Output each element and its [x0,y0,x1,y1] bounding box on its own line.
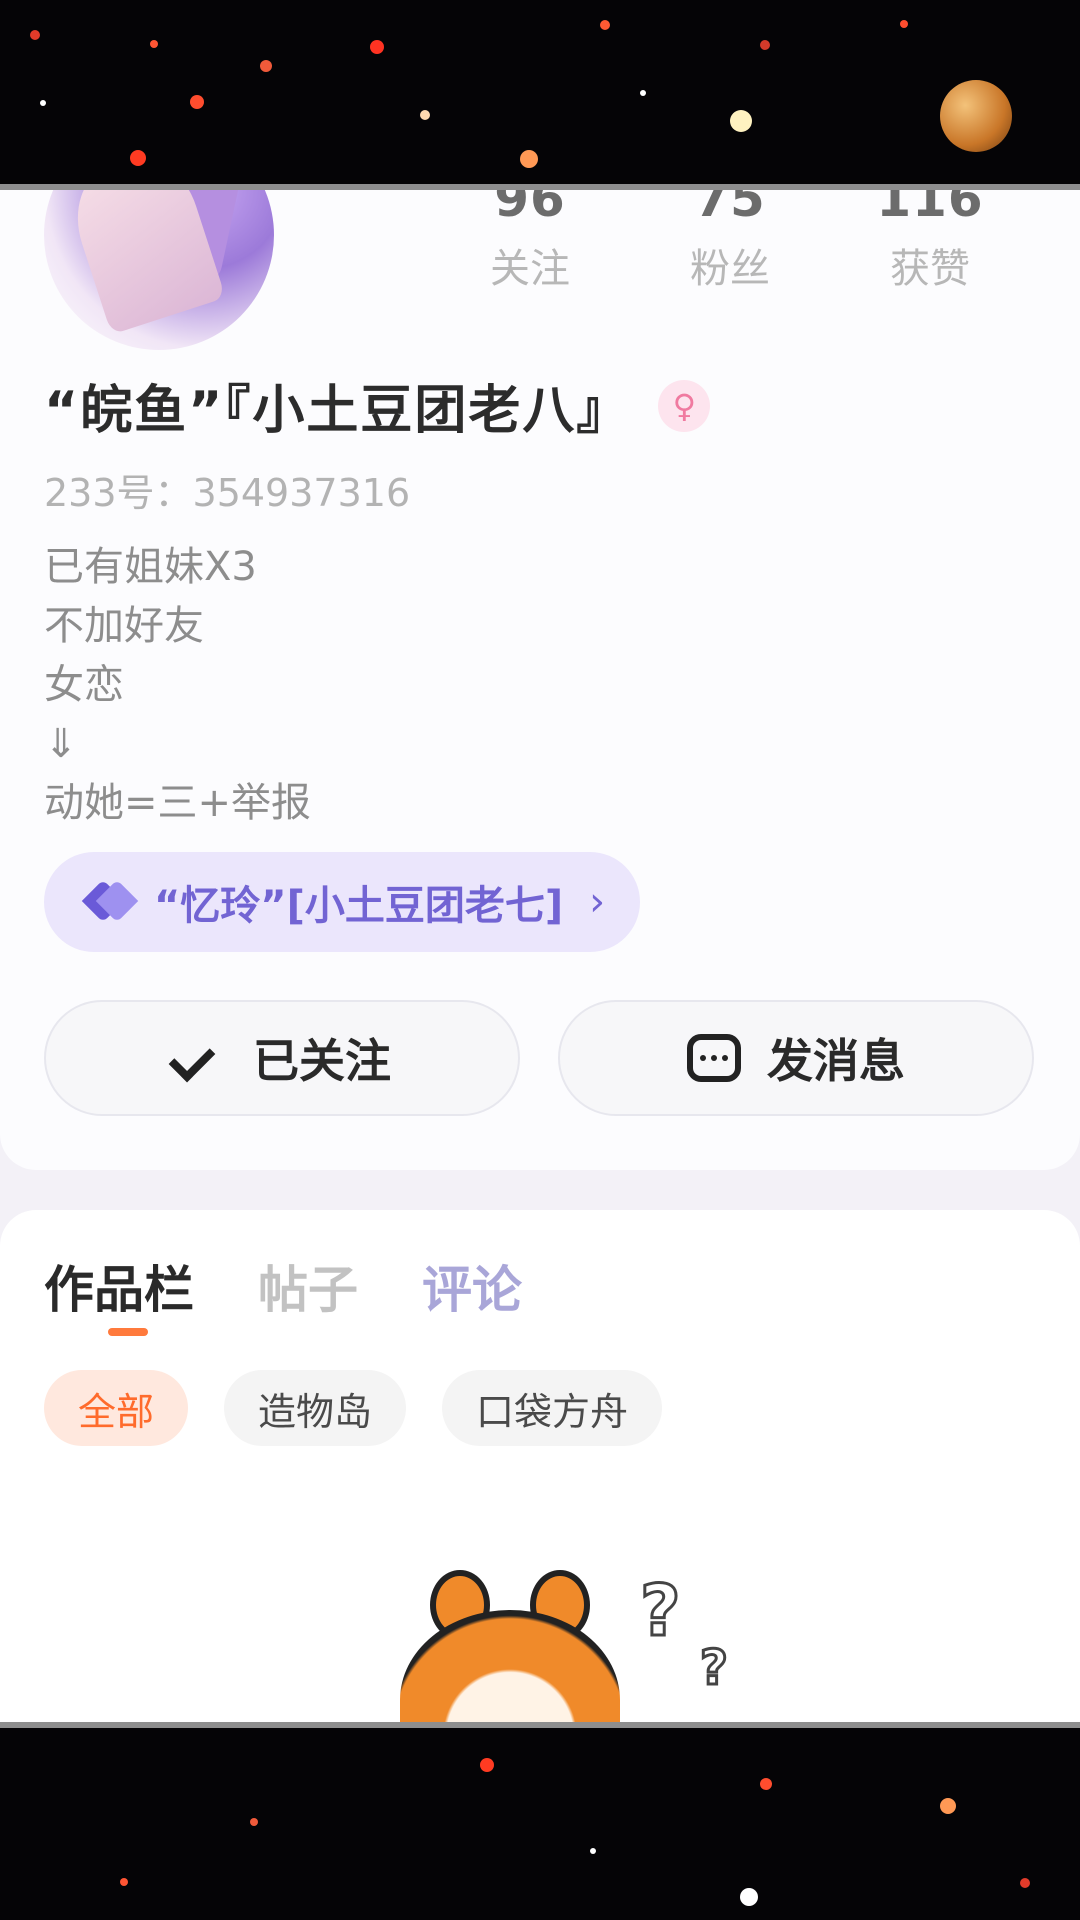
double-heart-icon [81,879,139,923]
following-label: 关注 [490,246,570,292]
bio-line: 已有姐妹X3 [44,544,257,590]
relation-pill[interactable]: “忆玲”[小土豆团老七] › [44,852,640,952]
star [190,95,204,109]
starfield-background-top [0,0,1080,190]
bio-line: 不加好友 [44,603,204,649]
chevron-right-icon: › [589,879,606,925]
star [130,150,146,166]
works-tabs: 作品栏 帖子 评论 [44,1250,522,1322]
profile-page: 96 关注 75 粉丝 116 获赞 “皖鱼”『小土豆团老八』 ♀ 233号：3… [0,190,1080,1728]
star [370,40,384,54]
chat-bubble-icon [687,1034,741,1082]
star [600,20,610,30]
user-id: 233号：354937316 [44,471,411,515]
stat-followers[interactable]: 75 粉丝 [630,190,830,294]
tab-comments[interactable]: 评论 [422,1250,522,1322]
question-mark-icon: ? [699,1639,730,1698]
username: “皖鱼”『小土豆团老八』 [44,381,631,441]
check-icon [173,1033,223,1083]
likes-count: 116 [876,190,984,228]
chip-pocket-ark[interactable]: 口袋方舟 [442,1370,663,1446]
tab-posts[interactable]: 帖子 [258,1250,358,1322]
star [150,40,158,48]
bio-line: ⇓ [44,721,78,767]
profile-card: 96 关注 75 粉丝 116 获赞 “皖鱼”『小土豆团老八』 ♀ 233号：3… [0,190,1080,1170]
female-symbol-icon: ♀ [658,379,711,432]
star [940,1798,956,1814]
mascot-head [400,1610,620,1728]
followers-label: 粉丝 [690,246,770,292]
star [250,1818,258,1826]
star [760,40,770,50]
star [640,90,646,96]
bio-line: 动她=三+举报 [44,780,312,826]
star [740,1888,758,1906]
star [30,30,40,40]
empty-state-mascot [390,1570,630,1728]
bio-line: 女恋 [44,662,124,708]
username-row: “皖鱼”『小土豆团老八』 ♀ [44,368,711,443]
stat-likes[interactable]: 116 获赞 [830,190,1030,294]
followed-button[interactable]: 已关注 [44,1000,520,1116]
message-label: 发消息 [767,1034,905,1088]
stats-row: 96 关注 75 粉丝 116 获赞 [430,190,1030,294]
star [260,60,272,72]
chip-all[interactable]: 全部 [44,1370,189,1446]
star [520,150,538,168]
star [420,110,430,120]
following-count: 96 [494,190,566,228]
followed-label: 已关注 [253,1034,391,1088]
star [760,1778,772,1790]
star [480,1758,494,1772]
stat-following[interactable]: 96 关注 [430,190,630,294]
likes-label: 获赞 [890,246,970,292]
category-chips: 全部 造物岛 口袋方舟 [44,1370,663,1446]
star [730,110,752,132]
question-mark-icon: ? [639,1569,683,1654]
starfield-background-bottom [0,1728,1080,1920]
tab-works[interactable]: 作品栏 [44,1250,194,1322]
followers-count: 75 [694,190,766,228]
planet-decoration [940,80,1012,152]
star [900,20,908,28]
avatar[interactable] [44,190,274,350]
relation-text: “忆玲”[小土豆团老七] [154,883,564,929]
star [120,1878,128,1886]
chip-creation-island[interactable]: 造物岛 [224,1370,407,1446]
bio: 已有姐妹X3 不加好友 女恋 ⇓ 动她=三+举报 [44,538,311,833]
star [40,100,46,106]
message-button[interactable]: 发消息 [558,1000,1034,1116]
star [1020,1878,1030,1888]
star [590,1848,596,1854]
active-tab-indicator [108,1328,148,1336]
